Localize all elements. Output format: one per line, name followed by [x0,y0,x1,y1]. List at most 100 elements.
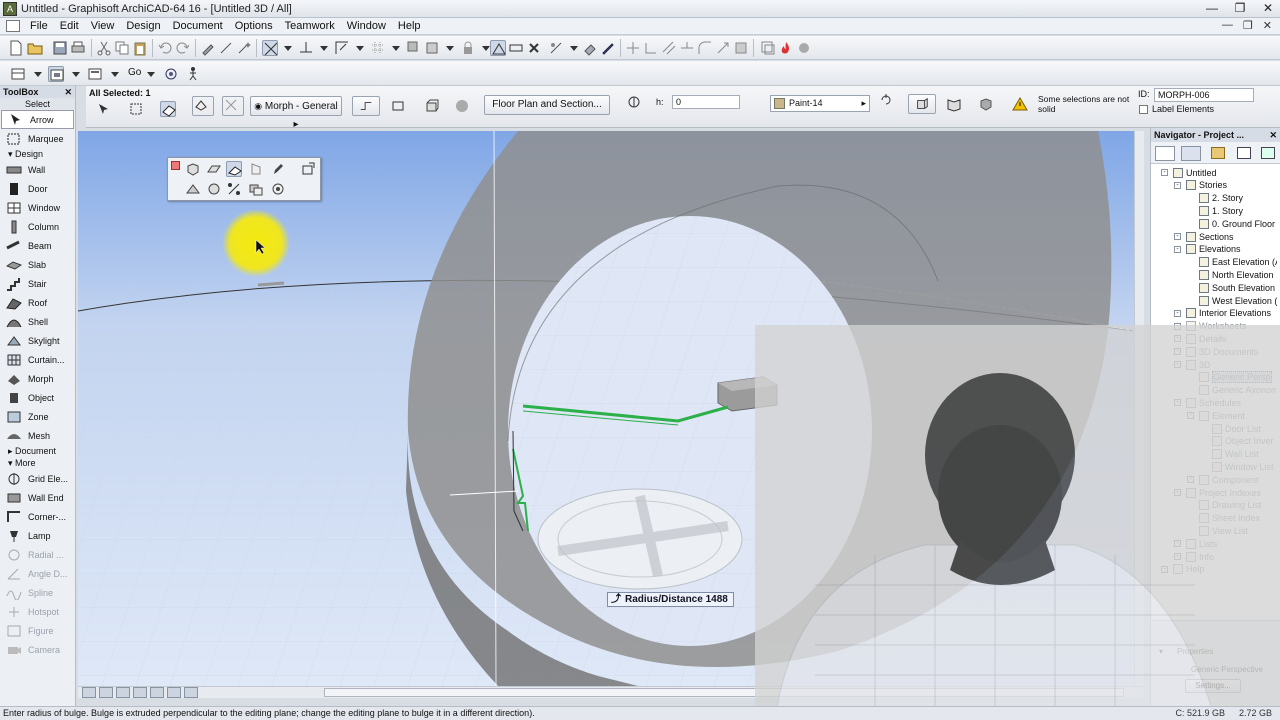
project-map-tab[interactable] [1155,146,1175,161]
offset-icon[interactable] [548,40,564,56]
group-icon[interactable] [424,40,440,56]
close-button[interactable]: ✕ [1260,1,1276,15]
prism-icon[interactable] [206,161,222,177]
close-icon[interactable]: ✕ [1269,128,1277,142]
3d-scene[interactable] [78,131,1134,686]
intersect-icon[interactable] [661,40,677,56]
pencil-icon[interactable] [600,40,616,56]
tree-item[interactable]: Untitled [1173,166,1217,179]
pan-icon[interactable] [133,687,147,698]
next-view-icon[interactable] [184,687,198,698]
menu-help[interactable]: Help [392,20,427,32]
floor-plan-and-section-button[interactable]: Floor Plan and Section... [484,95,610,115]
explode-3d-icon[interactable] [270,181,286,197]
dropdown-arrow-icon[interactable] [280,40,296,56]
tree-item[interactable]: 0. Ground Floor [1199,217,1275,230]
menu-design[interactable]: Design [120,20,166,32]
tree-item[interactable]: North Elevation [1199,268,1274,281]
menu-view[interactable]: View [85,20,121,32]
morph-settings-icon[interactable] [192,96,214,116]
3d-window-icon[interactable] [48,66,64,82]
menu-document[interactable]: Document [167,20,229,32]
vertical-scrollbar[interactable] [1134,131,1144,686]
previous-view-icon[interactable] [167,687,181,698]
box-icon[interactable] [185,161,201,177]
tool-window[interactable]: Window [0,198,75,217]
tool-marquee[interactable]: Marquee [0,129,75,148]
snap-guides-icon[interactable] [262,40,278,56]
properties-collapse-icon[interactable]: ▾ [1159,647,1163,656]
tree-item[interactable]: 2. Story [1199,192,1243,205]
tree-item[interactable]: Element [1199,409,1245,422]
solid-model-button[interactable] [908,94,936,114]
floor-plan-icon[interactable] [10,66,26,82]
morph-settings-button[interactable]: ◉ Morph - General ▸ [250,96,342,130]
print-icon[interactable] [70,40,86,56]
magic-wand-icon[interactable] [236,40,252,56]
lock-icon[interactable] [460,40,476,56]
tool-slab[interactable]: Slab [0,255,75,274]
design-section-toggle[interactable]: ▾ Design [0,148,75,160]
measure-icon[interactable] [508,40,524,56]
tree-expand-icon[interactable]: - [1174,245,1181,253]
tree-item[interactable]: Window List [1212,460,1274,473]
label-elements-checkbox[interactable] [1139,105,1148,114]
edit-plane-icon[interactable] [160,101,176,117]
tree-item[interactable]: Drawing List [1199,499,1262,512]
split-icon[interactable] [625,40,641,56]
tool-mesh[interactable]: Mesh [0,426,75,445]
face-icon[interactable] [248,161,264,177]
tool-column[interactable]: Column [0,217,75,236]
move-plane-icon[interactable] [300,161,316,177]
trace-icon[interactable] [490,40,506,56]
grid-icon[interactable] [370,40,386,56]
house-tab[interactable] [1181,146,1201,161]
line-type-button[interactable] [352,96,380,116]
tree-item[interactable]: Generic Persp [1199,371,1272,384]
layers-icon[interactable] [760,40,776,56]
layer-icon[interactable] [222,96,244,116]
dropdown-arrow-icon[interactable] [566,40,582,56]
bring-forward-icon[interactable] [406,40,422,56]
tree-expand-icon[interactable]: - [1174,322,1181,330]
id-field[interactable]: MORPH-006 [1154,88,1254,102]
tree-expand-icon[interactable]: - [1174,540,1181,548]
fire-icon[interactable] [778,40,794,56]
tree-expand-icon[interactable]: - [1174,348,1181,356]
3d-viewport[interactable] [78,131,1134,686]
tree-expand-icon[interactable]: - [1187,412,1194,420]
pick-up-icon[interactable] [200,40,216,56]
horizontal-scrollbar[interactable] [78,686,1144,698]
tool-roof[interactable]: Roof [0,293,75,312]
tree-item[interactable]: Help [1173,563,1205,576]
menu-teamwork[interactable]: Teamwork [279,20,341,32]
tree-item[interactable]: Generic Axonom [1199,384,1277,397]
scroll-track[interactable] [324,688,1124,697]
tree-expand-icon[interactable]: - [1161,169,1168,176]
tree-expand-icon[interactable]: - [1174,181,1181,189]
tree-item[interactable]: Door List [1212,422,1261,435]
adjust-icon[interactable] [643,40,659,56]
dropdown-arrow-icon[interactable] [68,66,84,82]
tree-item[interactable]: Details [1186,332,1227,345]
extrude-icon[interactable] [226,161,242,177]
open-book-icon[interactable] [946,96,962,112]
zoom-out-icon[interactable] [116,687,130,698]
resize-icon[interactable] [715,40,731,56]
tree-item[interactable]: West Elevation ( [1199,294,1277,307]
pen-icon[interactable] [270,161,286,177]
tree-item[interactable]: Object Inver [1212,435,1274,448]
grid-snap-icon[interactable] [334,40,350,56]
tool-curtain[interactable]: Curtain... [0,350,75,369]
tree-item[interactable]: Sheet Index [1199,512,1260,525]
tree-item[interactable]: Elevations [1186,243,1241,256]
paste-icon[interactable] [132,40,148,56]
sphere-icon[interactable] [454,98,470,114]
tool-morph[interactable]: Morph [0,369,75,388]
tree-item[interactable]: Component [1199,473,1259,486]
eraser-icon[interactable] [582,40,598,56]
tree-expand-icon[interactable]: - [1174,553,1181,560]
tool-arrow[interactable]: Arrow [1,110,74,129]
tool-wall-end[interactable]: Wall End [0,488,75,507]
cross-icon[interactable] [526,40,542,56]
